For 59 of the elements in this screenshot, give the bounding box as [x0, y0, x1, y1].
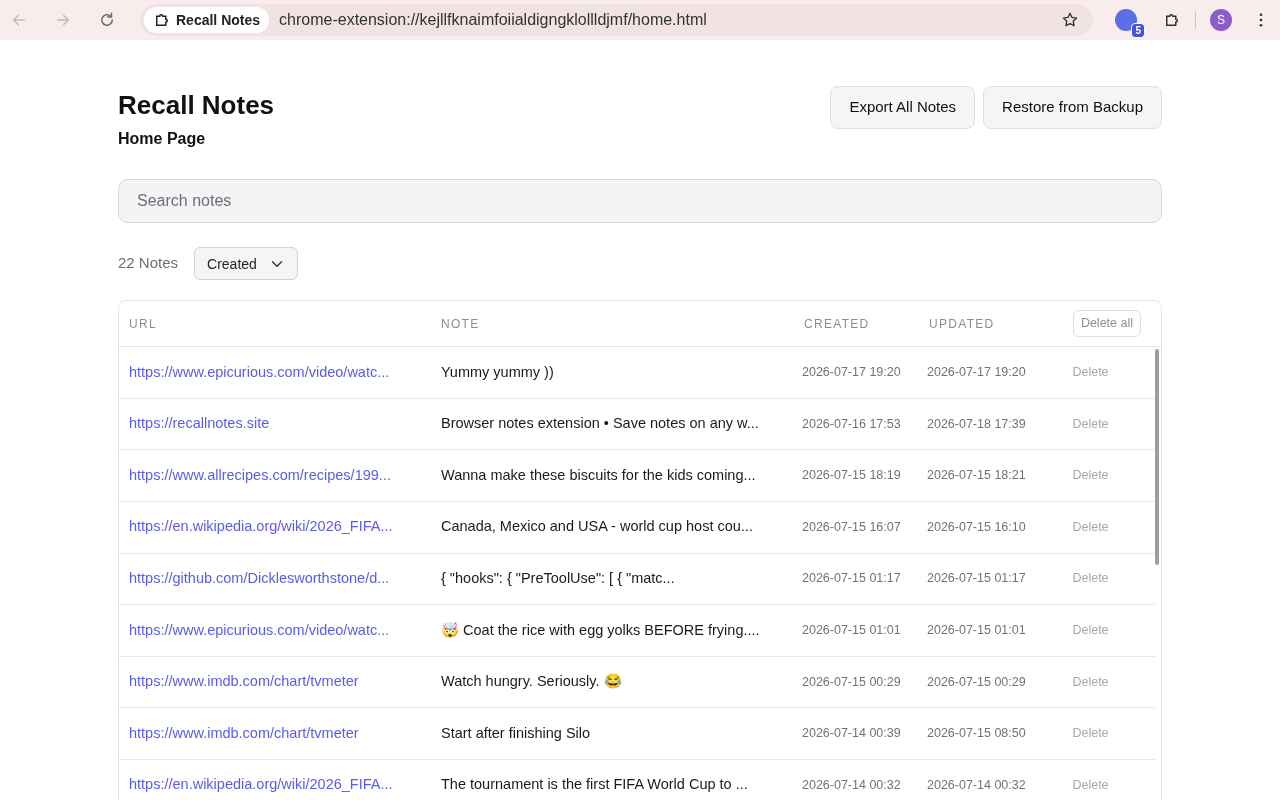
url-link[interactable]: https://www.imdb.com/chart/tvmeter	[119, 671, 431, 693]
note-cell-text: Yummy yummy ))	[440, 362, 555, 382]
note-cell-text: Start after finishing Silo	[440, 723, 592, 743]
note-cell-text: Wanna make these biscuits for the kids coming...	[440, 465, 757, 485]
column-header: NOTE	[440, 315, 481, 333]
date-cell-text: 2026-07-15 08:50	[926, 725, 1027, 743]
export-button[interactable]: Export All Notes	[830, 86, 976, 129]
url-link[interactable]: https://github.com/Dicklesworthstone/d...	[119, 568, 431, 590]
search-field[interactable]: Search notes	[118, 179, 1162, 224]
delete-all-button[interactable]: Delete all	[1072, 310, 1141, 338]
date-cell-text: 2026-07-15 18:19	[801, 467, 902, 485]
column-header: CREATED	[803, 315, 871, 333]
sort-select[interactable]: Created	[194, 247, 299, 281]
date-cell-text: 2026-07-15 16:07	[801, 518, 902, 536]
extension-chip[interactable]: Recall Notes	[144, 7, 270, 33]
url-link[interactable]: https://www.epicurious.com/video/watc...	[119, 619, 431, 642]
scrollbar-thumb[interactable]	[1155, 349, 1159, 566]
profile-avatar[interactable]: S	[1210, 9, 1232, 31]
address-bar[interactable]: Recall Notes chrome-extension://kejllfknaimfoiialdigngklollldjmf/home.html	[140, 4, 1093, 36]
date-cell-text: 2026-07-16 17:53	[801, 415, 902, 433]
url-link[interactable]: https://en.wikipedia.org/wiki/2026_FIFA...	[119, 516, 431, 539]
note-cell-text: The tournament is the first FIFA World Cup to ...	[440, 775, 749, 795]
date-cell-text: 2026-07-15 01:01	[926, 622, 1027, 640]
restore-button[interactable]: Restore from Backup	[983, 86, 1162, 129]
url-link[interactable]: https://en.wikipedia.org/wiki/2026_FIFA...	[119, 774, 431, 797]
column-header: UPDATED	[928, 315, 996, 333]
date-cell-text: 2026-07-15 16:10	[926, 518, 1027, 536]
extension-icon[interactable]	[1115, 9, 1137, 31]
note-cell-text: { "hooks": { "PreToolUse": [ { "matc...	[440, 569, 676, 588]
date-cell-text: 2026-07-15 18:21	[926, 467, 1027, 485]
date-cell-text: 2026-07-15 01:17	[801, 570, 902, 588]
url-link[interactable]: https://www.allrecipes.com/recipes/199...	[119, 464, 431, 487]
address-text: chrome-extension://kejllfknaimfoiialdigngklollldjmf/home.html	[279, 10, 708, 30]
page-title: Recall Notes	[118, 90, 275, 122]
date-cell-text: 2026-07-15 01:01	[801, 622, 902, 640]
date-cell-text: 2026-07-17 19:20	[801, 364, 902, 382]
puzzle-icon[interactable]	[1163, 11, 1181, 29]
badge-count: 5	[1131, 23, 1145, 38]
note-cell-text: Canada, Mexico and USA - world cup host cou...	[440, 517, 754, 537]
page-subtitle: Home Page	[118, 129, 207, 150]
note-cell-text: 🤯 Coat the rice with egg yolks BEFORE frying....	[440, 620, 761, 640]
date-cell-text: 2026-07-17 19:20	[926, 364, 1027, 382]
date-cell-text: 2026-07-15 01:17	[926, 570, 1027, 588]
puzzle-icon	[153, 11, 171, 29]
url-link[interactable]: https://www.imdb.com/chart/tvmeter	[119, 722, 431, 745]
star-icon[interactable]	[1061, 11, 1079, 29]
date-cell-text: 2026-07-15 00:29	[926, 673, 1027, 691]
column-header: URL	[128, 315, 158, 333]
date-cell-text: 2026-07-15 00:29	[801, 673, 902, 691]
url-link[interactable]: https://recallnotes.site	[119, 413, 431, 435]
note-cell-text: Watch hungry. Seriously. 😂	[440, 672, 623, 692]
date-cell-text: 2026-07-14 00:32	[926, 776, 1027, 794]
url-link[interactable]: https://www.epicurious.com/video/watc...	[119, 361, 431, 384]
notes-count: 22 Notes	[118, 253, 179, 274]
date-cell-text: 2026-07-14 00:39	[801, 725, 902, 743]
reload-icon[interactable]	[98, 11, 116, 29]
date-cell-text: 2026-07-18 17:39	[926, 415, 1027, 433]
date-cell-text: 2026-07-14 00:32	[801, 776, 902, 794]
note-cell-text: Browser notes extension • Save notes on any w...	[440, 414, 760, 434]
